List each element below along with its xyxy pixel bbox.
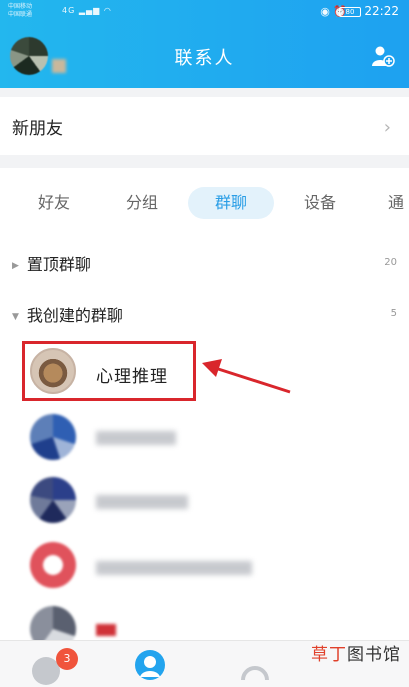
status-bar: 中国移动 中国联通 4G ▂▄▆ ◠ ◉ ⏰ 80 22:22	[0, 0, 409, 26]
pinned-count: 20	[384, 257, 397, 268]
signal-icon: 4G ▂▄▆ ◠	[62, 6, 112, 15]
contacts-tab-icon[interactable]	[134, 649, 166, 685]
tab-devices[interactable]: 设备	[287, 187, 353, 219]
battery-level: 80	[345, 8, 355, 16]
annotation-arrow-icon	[202, 359, 291, 394]
tab-more[interactable]: 通	[380, 187, 409, 219]
pinned-group-label: 置顶群聊	[26, 255, 91, 274]
add-contact-icon[interactable]	[371, 44, 395, 68]
created-count: 5	[390, 308, 397, 319]
unread-badge: 3	[56, 648, 78, 670]
tab-friends[interactable]: 好友	[22, 187, 86, 219]
group-avatar	[30, 477, 76, 523]
new-friends-row[interactable]: 新朋友 ›	[0, 97, 409, 155]
battery-icon: 80	[339, 7, 361, 17]
blurred-group-name	[96, 431, 176, 445]
pinned-group-chats-header[interactable]: ▶ 置顶群聊	[12, 251, 91, 275]
new-friends-label: 新朋友	[12, 118, 63, 139]
highlight-box	[22, 341, 196, 401]
carrier-text: 中国移动 中国联通	[8, 3, 32, 19]
watermark-part-1: 草丁	[311, 645, 347, 665]
status-time: 22:22	[364, 4, 399, 18]
chevron-right-icon: ›	[383, 117, 391, 138]
tab-groups[interactable]: 分组	[110, 187, 174, 219]
group-avatar	[30, 542, 76, 588]
watermark: 草丁图书馆	[311, 640, 401, 665]
blurred-group-name	[96, 495, 188, 509]
discover-tab-icon[interactable]	[240, 655, 270, 685]
page-title: 联系人	[174, 48, 235, 69]
expand-arrow-icon: ▶	[12, 260, 19, 271]
tab-group-chats[interactable]: 群聊	[188, 187, 274, 219]
network-type: 4G	[62, 6, 76, 15]
header-bar: 中国移动 中国联通 4G ▂▄▆ ◠ ◉ ⏰ 80 22:22 联系人	[0, 0, 409, 88]
group-avatar	[30, 414, 76, 460]
carrier-2: 中国联通	[8, 11, 33, 18]
created-group-label: 我创建的群聊	[26, 306, 123, 325]
contact-tabs: 好友 分组 群聊 设备 通	[0, 183, 409, 223]
blurred-group-name	[96, 624, 116, 636]
collapse-arrow-icon: ▼	[12, 311, 19, 322]
created-group-chats-header[interactable]: ▼ 我创建的群聊	[12, 302, 123, 326]
watermark-part-2: 图书馆	[347, 645, 401, 665]
carrier-1: 中国移动	[8, 3, 33, 10]
blurred-group-name	[96, 561, 252, 575]
